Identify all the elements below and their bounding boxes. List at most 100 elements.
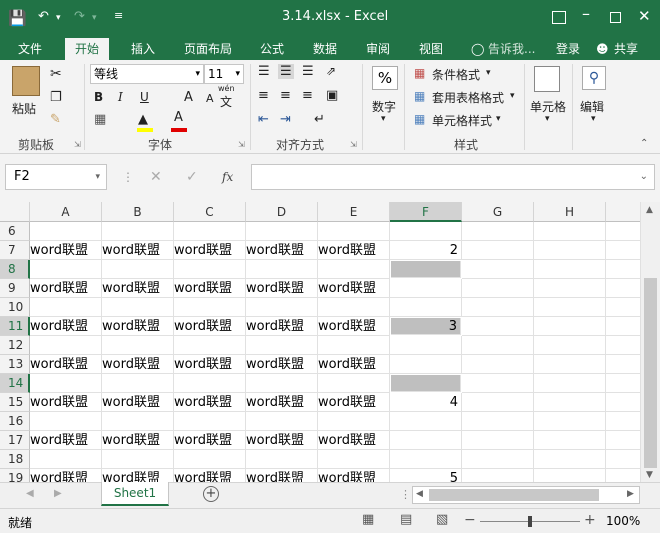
table-cell[interactable] bbox=[534, 260, 606, 279]
formula-input[interactable]: ⌄ bbox=[251, 164, 655, 190]
zoom-out-button[interactable]: − bbox=[464, 512, 476, 528]
align-middle-icon[interactable]: ☰ bbox=[278, 64, 294, 79]
table-cell[interactable]: word联盟 bbox=[174, 431, 246, 450]
clipboard-launcher-icon[interactable]: ⇲ bbox=[74, 140, 81, 149]
row-header[interactable]: 18 bbox=[0, 450, 30, 469]
table-cell[interactable]: word联盟 bbox=[246, 469, 318, 482]
table-cell[interactable] bbox=[534, 431, 606, 450]
table-cell[interactable]: word联盟 bbox=[102, 317, 174, 336]
table-cell[interactable]: word联盟 bbox=[318, 469, 390, 482]
table-cell[interactable] bbox=[462, 450, 534, 469]
format-painter-icon[interactable]: ✎ bbox=[50, 112, 61, 127]
table-cell[interactable] bbox=[102, 298, 174, 317]
table-cell[interactable]: word联盟 bbox=[102, 241, 174, 260]
tab-split-grip-icon[interactable]: ⋮ bbox=[400, 488, 411, 501]
table-cell[interactable] bbox=[534, 241, 606, 260]
table-cell[interactable] bbox=[102, 374, 174, 393]
table-cell[interactable]: word联盟 bbox=[318, 355, 390, 374]
table-cell[interactable]: word联盟 bbox=[246, 393, 318, 412]
tab-review[interactable]: 审阅 bbox=[366, 38, 390, 60]
select-all-corner[interactable] bbox=[0, 202, 30, 222]
table-cell[interactable] bbox=[318, 412, 390, 431]
table-cell[interactable]: word联盟 bbox=[30, 469, 102, 482]
table-cell[interactable] bbox=[534, 317, 606, 336]
phonetic-button[interactable]: 文 bbox=[220, 93, 232, 110]
percent-icon[interactable]: % bbox=[372, 66, 398, 90]
column-header[interactable]: A bbox=[30, 202, 102, 222]
table-cell[interactable]: word联盟 bbox=[30, 317, 102, 336]
table-cell[interactable] bbox=[174, 222, 246, 241]
table-cell[interactable] bbox=[318, 374, 390, 393]
table-cell[interactable] bbox=[462, 260, 534, 279]
enter-icon[interactable]: ✓ bbox=[186, 169, 198, 185]
horizontal-scrollbar[interactable]: ◀ ▶ bbox=[412, 486, 640, 504]
undo-icon[interactable]: ↶ bbox=[38, 9, 49, 24]
table-cell[interactable] bbox=[462, 412, 534, 431]
tab-data[interactable]: 数据 bbox=[313, 38, 337, 60]
tab-home[interactable]: 开始 bbox=[65, 38, 110, 60]
table-cell[interactable] bbox=[30, 222, 102, 241]
name-box[interactable]: F2 ▾ bbox=[5, 164, 107, 190]
table-cell[interactable] bbox=[462, 374, 534, 393]
wrap-text-icon[interactable]: ↵ bbox=[314, 112, 325, 127]
table-cell[interactable] bbox=[102, 412, 174, 431]
table-cell[interactable] bbox=[534, 336, 606, 355]
row-header[interactable]: 10 bbox=[0, 298, 30, 317]
increase-indent-icon[interactable]: ⇥ bbox=[280, 112, 291, 127]
table-cell[interactable]: word联盟 bbox=[102, 393, 174, 412]
ribbon-display-icon[interactable] bbox=[552, 11, 566, 24]
table-cell[interactable]: word联盟 bbox=[174, 393, 246, 412]
table-cell[interactable] bbox=[318, 298, 390, 317]
table-cell[interactable] bbox=[174, 412, 246, 431]
table-cell[interactable]: word联盟 bbox=[102, 355, 174, 374]
table-cell[interactable] bbox=[174, 260, 246, 279]
tab-view[interactable]: 视图 bbox=[419, 38, 443, 60]
number-format-button[interactable]: 数字 bbox=[372, 98, 396, 115]
table-cell[interactable] bbox=[318, 450, 390, 469]
table-cell[interactable] bbox=[102, 336, 174, 355]
prev-sheet-icon[interactable]: ◀ bbox=[26, 488, 34, 499]
scroll-left-icon[interactable]: ◀ bbox=[416, 489, 423, 499]
table-cell[interactable] bbox=[390, 336, 462, 355]
align-bottom-icon[interactable]: ☰ bbox=[302, 64, 314, 79]
table-cell[interactable] bbox=[30, 336, 102, 355]
italic-button[interactable]: I bbox=[118, 90, 123, 104]
table-cell[interactable]: word联盟 bbox=[30, 431, 102, 450]
table-cell[interactable]: word联盟 bbox=[174, 355, 246, 374]
login-link[interactable]: 登录 bbox=[556, 38, 580, 60]
font-size-dropdown[interactable]: 11 ▾ bbox=[204, 64, 244, 84]
h-scroll-thumb[interactable] bbox=[429, 489, 599, 501]
table-cell[interactable]: word联盟 bbox=[174, 241, 246, 260]
cells-button[interactable]: 单元格 bbox=[530, 98, 566, 115]
column-header[interactable]: H bbox=[534, 202, 606, 222]
scroll-up-icon[interactable]: ▲ bbox=[646, 205, 653, 215]
bold-button[interactable]: B bbox=[94, 90, 103, 104]
customize-qat-icon[interactable]: ≡ bbox=[114, 9, 123, 22]
table-cell[interactable]: word联盟 bbox=[30, 393, 102, 412]
table-cell[interactable] bbox=[534, 298, 606, 317]
table-cell[interactable]: 5 bbox=[390, 469, 462, 482]
column-header[interactable]: G bbox=[462, 202, 534, 222]
cell-style-button[interactable]: 单元格样式 bbox=[432, 112, 492, 129]
table-cell[interactable] bbox=[534, 279, 606, 298]
table-cell[interactable]: word联盟 bbox=[30, 241, 102, 260]
page-break-view-icon[interactable]: ▧ bbox=[436, 512, 448, 527]
table-cell[interactable] bbox=[390, 450, 462, 469]
table-cell[interactable] bbox=[102, 260, 174, 279]
table-cell[interactable] bbox=[102, 450, 174, 469]
border-icon[interactable]: ▦ bbox=[94, 112, 106, 127]
table-cell[interactable] bbox=[246, 374, 318, 393]
zoom-slider-thumb[interactable] bbox=[528, 516, 532, 527]
tab-insert[interactable]: 插入 bbox=[131, 38, 155, 60]
copy-icon[interactable]: ❐ bbox=[50, 90, 62, 105]
table-cell[interactable]: word联盟 bbox=[174, 469, 246, 482]
sheet-tab-sheet1[interactable]: Sheet1 bbox=[101, 482, 169, 506]
table-cell[interactable] bbox=[534, 393, 606, 412]
table-cell[interactable] bbox=[462, 279, 534, 298]
minimize-icon[interactable]: – bbox=[582, 4, 590, 23]
table-cell[interactable]: 2 bbox=[390, 241, 462, 260]
add-sheet-button[interactable]: + bbox=[203, 486, 219, 502]
normal-view-icon[interactable]: ▦ bbox=[362, 512, 374, 527]
row-header[interactable]: 8 bbox=[0, 260, 30, 279]
table-cell[interactable] bbox=[30, 450, 102, 469]
